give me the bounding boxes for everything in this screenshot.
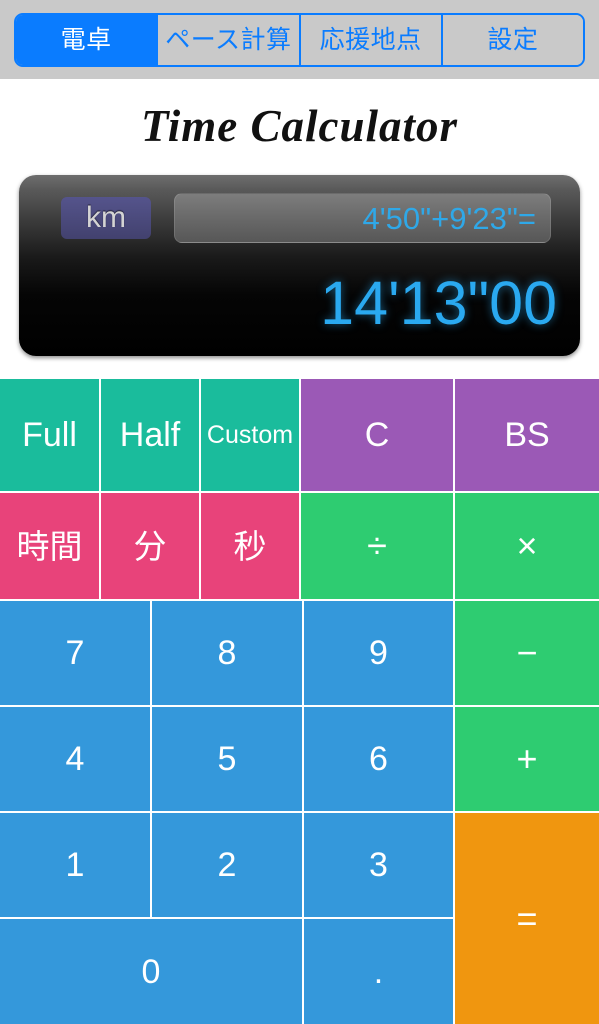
result-value: 14'13"00	[320, 269, 557, 337]
key-custom[interactable]: Custom	[201, 379, 299, 491]
key-backspace[interactable]: BS	[455, 379, 599, 491]
unit-badge[interactable]: km	[61, 197, 151, 239]
tab-denntaku[interactable]: 電卓	[16, 15, 157, 65]
key-3[interactable]: 3	[304, 813, 453, 917]
key-0[interactable]: 0	[0, 919, 302, 1024]
key-9[interactable]: 9	[304, 601, 453, 705]
key-clear[interactable]: C	[301, 379, 453, 491]
key-hour[interactable]: 時間	[0, 493, 99, 599]
segmented-control: 電卓 ペース計算 応援地点 設定	[14, 13, 585, 67]
key-minute[interactable]: 分	[101, 493, 199, 599]
key-2[interactable]: 2	[152, 813, 302, 917]
key-half[interactable]: Half	[101, 379, 199, 491]
page-title: Time Calculator	[140, 101, 459, 151]
key-second[interactable]: 秒	[201, 493, 299, 599]
formula-field: 4'50"+9'23"=	[174, 193, 551, 243]
key-divide[interactable]: ÷	[301, 493, 453, 599]
calculator-display: km 4'50"+9'23"= 14'13"00	[19, 175, 580, 356]
key-plus[interactable]: +	[455, 707, 599, 811]
key-7[interactable]: 7	[0, 601, 150, 705]
key-dot[interactable]: .	[304, 919, 453, 1024]
key-multiply[interactable]: ×	[455, 493, 599, 599]
key-equals[interactable]: =	[455, 813, 599, 1024]
tab-settings[interactable]: 設定	[440, 15, 583, 65]
key-8[interactable]: 8	[152, 601, 302, 705]
key-full[interactable]: Full	[0, 379, 99, 491]
key-minus[interactable]: −	[455, 601, 599, 705]
key-6[interactable]: 6	[304, 707, 453, 811]
display-top-row: km 4'50"+9'23"=	[19, 175, 580, 259]
tab-bar: 電卓 ペース計算 応援地点 設定	[0, 0, 599, 79]
keypad: Full Half Custom C BS 時間 分 秒 ÷ × 7 8 9 −…	[0, 379, 599, 1024]
time-calculator-app: 電卓 ペース計算 応援地点 設定 Time Calculator km 4'50…	[0, 0, 599, 1024]
key-5[interactable]: 5	[152, 707, 302, 811]
tab-cheer-point[interactable]: 応援地点	[298, 15, 441, 65]
key-4[interactable]: 4	[0, 707, 150, 811]
tab-pace-calc[interactable]: ペース計算	[156, 15, 299, 65]
formula-text: 4'50"+9'23"=	[362, 200, 537, 236]
key-1[interactable]: 1	[0, 813, 150, 917]
